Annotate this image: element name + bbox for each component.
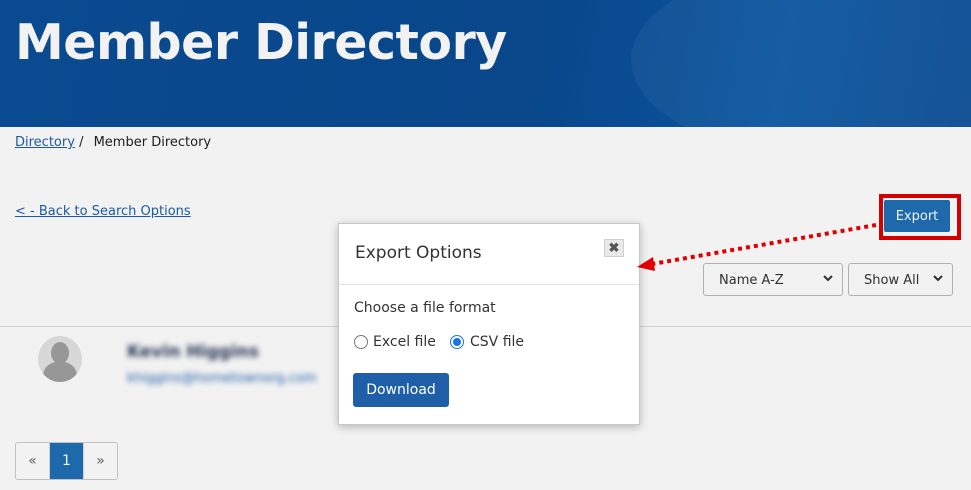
annotation-arrow [637,223,877,271]
